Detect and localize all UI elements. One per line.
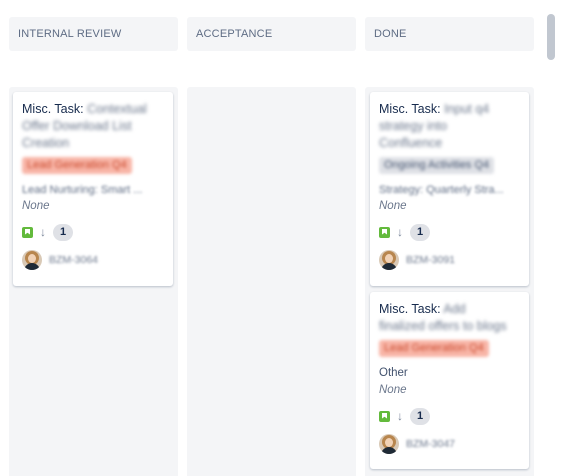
card-summary: strategy into [379, 119, 448, 133]
custom-field: Strategy: Quarterly Stra... [379, 184, 504, 196]
card-summary: Confluence [379, 136, 443, 150]
column-title: INTERNAL REVIEW [18, 28, 122, 40]
custom-field-none: None [22, 200, 50, 212]
column-header-done: DONE [365, 17, 534, 51]
issue-key[interactable]: BZM-3064 [49, 254, 98, 266]
avatar[interactable] [22, 250, 42, 270]
card-meta-row: ↓ 1 [379, 407, 520, 425]
card-summary: finalized offers to blogs [379, 319, 507, 333]
card-meta-row: ↓ 1 [22, 223, 164, 241]
scrollbar-thumb[interactable] [547, 14, 555, 60]
card-title: Misc. Task: Add finalized offers to blog… [379, 301, 520, 335]
issue-key[interactable]: BZM-3047 [406, 438, 455, 450]
story-bookmark-icon [22, 226, 33, 238]
card-footer: BZM-3091 [379, 248, 520, 272]
issue-card[interactable]: Misc. Task: Contextual Offer Download Li… [13, 92, 173, 286]
epic-label[interactable]: Lead Generation Q4 [22, 157, 132, 174]
custom-field-none: None [379, 200, 407, 212]
estimate-badge: 1 [410, 407, 431, 425]
arrow-down-icon: ↓ [40, 225, 46, 239]
story-bookmark-icon [379, 226, 390, 238]
epic-label[interactable]: Ongoing Activities Q4 [379, 157, 495, 174]
avatar[interactable] [379, 250, 399, 270]
card-summary: Input q4 [444, 102, 490, 116]
column-acceptance[interactable] [187, 87, 356, 476]
card-footer: BZM-3064 [22, 248, 164, 272]
issue-card[interactable]: Misc. Task: Input q4 strategy into Confl… [370, 92, 529, 286]
column-header-acceptance: ACCEPTANCE [187, 17, 356, 51]
issue-type-label: Misc. Task: [379, 102, 441, 116]
card-footer: BZM-3047 [379, 432, 520, 456]
issue-key[interactable]: BZM-3091 [406, 254, 455, 266]
card-meta-row: ↓ 1 [379, 223, 520, 241]
custom-field: Other [379, 367, 408, 379]
estimate-badge: 1 [410, 223, 431, 241]
estimate-badge: 1 [53, 223, 74, 241]
card-title: Misc. Task: Input q4 strategy into Confl… [379, 101, 520, 152]
arrow-down-icon: ↓ [397, 225, 403, 239]
scrollbar-track[interactable] [543, 12, 557, 476]
story-bookmark-icon [379, 410, 390, 422]
column-header-internal-review: INTERNAL REVIEW [9, 17, 178, 51]
card-summary: Creation [22, 136, 70, 150]
avatar[interactable] [379, 434, 399, 454]
card-summary: Contextual [87, 102, 147, 116]
column-title: DONE [374, 28, 407, 40]
column-title: ACCEPTANCE [196, 28, 273, 40]
issue-type-label: Misc. Task: [379, 302, 441, 316]
issue-card[interactable]: Misc. Task: Add finalized offers to blog… [370, 292, 529, 469]
custom-field: Lead Nurturing: Smart ... [22, 184, 143, 196]
epic-label[interactable]: Lead Generation Q4 [379, 340, 489, 357]
issue-type-label: Misc. Task: [22, 102, 84, 116]
card-summary: Offer Download List [22, 119, 132, 133]
card-summary: Add [443, 302, 466, 316]
arrow-down-icon: ↓ [397, 409, 403, 423]
custom-field-none: None [379, 384, 407, 396]
card-title: Misc. Task: Contextual Offer Download Li… [22, 101, 164, 152]
